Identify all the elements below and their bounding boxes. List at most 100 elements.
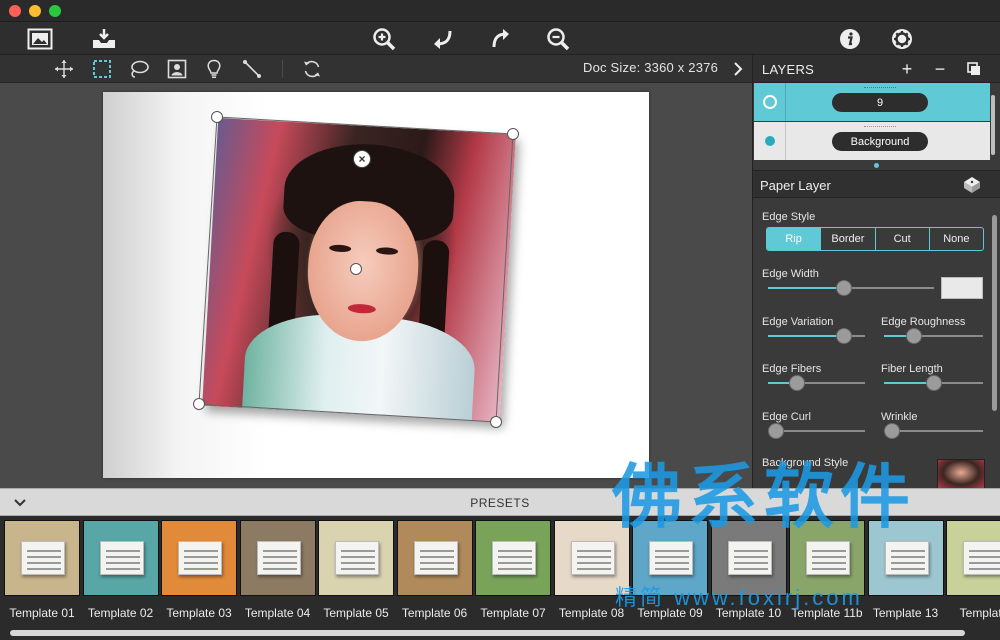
resize-handle-top-right[interactable] — [507, 128, 519, 140]
info-icon[interactable] — [836, 25, 864, 53]
duplicate-layer-button[interactable] — [964, 59, 984, 79]
layer-name: 9 — [832, 93, 928, 112]
selection-frame — [198, 116, 514, 423]
minimize-window-button[interactable] — [29, 5, 41, 17]
dice-randomize-icon[interactable] — [962, 175, 982, 195]
move-icon[interactable] — [52, 57, 76, 81]
template-label: Template 01 — [9, 606, 75, 620]
layer-row[interactable]: Background — [754, 122, 990, 160]
edge-style-none[interactable]: None — [930, 228, 983, 250]
layers-scrollbar[interactable] — [991, 95, 995, 155]
template-preview-card — [806, 541, 850, 575]
template-preview-card — [492, 541, 536, 575]
template-preview-card — [99, 541, 144, 575]
template-preview-card — [570, 541, 615, 575]
right-panel: LAYERS + − 9 Background Paper Layer Edge… — [752, 55, 1000, 488]
background-style-thumbnail[interactable] — [937, 459, 985, 488]
template-thumbnail[interactable] — [946, 520, 1000, 596]
template-label: Template — [959, 606, 1000, 620]
template-thumbnail[interactable] — [82, 520, 159, 596]
layer-visibility-icon[interactable] — [763, 95, 777, 109]
template-preview-card — [335, 541, 379, 575]
layer-divider — [785, 122, 786, 160]
title-bar — [0, 0, 1000, 22]
resize-handle-bottom-right[interactable] — [490, 416, 502, 428]
zoom-out-icon[interactable] — [544, 25, 572, 53]
photo-frame-icon[interactable] — [26, 25, 54, 53]
presets-scrollbar[interactable] — [10, 630, 965, 636]
slider-knob[interactable] — [905, 328, 922, 344]
edge-variation-slider[interactable] — [768, 328, 865, 344]
zoom-in-icon[interactable] — [370, 25, 398, 53]
drag-grip-icon[interactable] — [864, 87, 896, 89]
rotate-icon[interactable] — [300, 57, 324, 81]
paper-layer-title: Paper Layer — [760, 178, 831, 193]
chevron-right-icon[interactable] — [728, 57, 748, 81]
resize-handle-bottom-left[interactable] — [193, 398, 205, 410]
edge-fibers-slider[interactable] — [768, 375, 865, 391]
edge-style-segmented: Rip Border Cut None — [766, 227, 984, 251]
person-frame-icon[interactable] — [165, 57, 189, 81]
tray-download-icon[interactable] — [90, 25, 118, 53]
edge-width-slider[interactable] — [768, 280, 934, 296]
edge-width-label: Edge Width — [762, 268, 819, 280]
rect-select-icon[interactable] — [90, 57, 114, 81]
zoom-window-button[interactable] — [49, 5, 61, 17]
edge-style-rip[interactable]: Rip — [767, 228, 822, 250]
edge-curl-slider[interactable] — [768, 423, 865, 439]
edge-style-cut[interactable]: Cut — [876, 228, 930, 250]
lasso-icon[interactable] — [127, 57, 151, 81]
drag-grip-icon[interactable] — [864, 126, 896, 128]
slider-knob[interactable] — [789, 375, 806, 391]
center-handle[interactable] — [350, 263, 362, 275]
add-layer-button[interactable]: + — [897, 59, 917, 79]
paper-layer-header: Paper Layer — [753, 170, 1000, 198]
layer-name: Background — [832, 132, 928, 151]
template-label: Template 02 — [87, 606, 154, 620]
gear-icon[interactable] — [888, 25, 916, 53]
template-thumbnail[interactable] — [161, 520, 237, 596]
fiber-length-slider[interactable] — [884, 375, 983, 391]
slider-knob[interactable] — [768, 423, 784, 439]
template-preview-card — [963, 541, 1000, 575]
wrinkle-slider[interactable] — [884, 423, 983, 439]
close-window-button[interactable] — [9, 5, 21, 17]
template-label: Template 13 — [872, 606, 939, 620]
wrinkle-label: Wrinkle — [881, 411, 918, 423]
edge-curl-label: Edge Curl — [762, 411, 811, 423]
paper-layer-scrollbar[interactable] — [992, 215, 997, 411]
canvas-area[interactable]: × — [0, 83, 752, 488]
redo-icon[interactable] — [487, 25, 515, 53]
layer-row[interactable]: 9 — [754, 83, 990, 121]
template-preview-card — [413, 541, 458, 575]
remove-layer-button[interactable]: − — [930, 59, 950, 79]
slider-knob[interactable] — [925, 375, 942, 391]
resize-handle-top-left[interactable] — [211, 111, 223, 123]
undo-icon[interactable] — [428, 25, 456, 53]
template-thumbnail[interactable] — [475, 520, 551, 596]
slider-knob[interactable] — [884, 423, 900, 439]
template-label: Template 03 — [166, 606, 232, 620]
delete-layer-icon[interactable]: × — [353, 150, 371, 168]
slider-knob[interactable] — [836, 280, 853, 296]
main-toolbar — [0, 22, 1000, 55]
edge-style-label: Edge Style — [762, 211, 816, 223]
edge-color-swatch[interactable] — [941, 277, 983, 299]
template-thumbnail[interactable] — [396, 520, 473, 596]
edge-style-border[interactable]: Border — [821, 228, 876, 250]
template-preview-card — [178, 541, 222, 575]
tool-bar: Doc Size: 3360 x 2376 — [0, 55, 752, 83]
template-thumbnail[interactable] — [4, 520, 80, 596]
template-preview-card — [884, 541, 929, 575]
template-thumbnail[interactable] — [239, 520, 316, 596]
watermark-text: 佛系软件 — [612, 458, 916, 536]
line-icon[interactable] — [240, 57, 264, 81]
slider-knob[interactable] — [835, 328, 852, 344]
doc-size-value: 3360 x 2376 — [644, 60, 719, 75]
layer-visibility-icon[interactable] — [765, 136, 775, 146]
lightbulb-icon[interactable] — [202, 57, 226, 81]
template-thumbnail[interactable] — [318, 520, 394, 596]
edge-roughness-slider[interactable] — [884, 328, 983, 344]
doc-size-readout: Doc Size: 3360 x 2376 — [583, 60, 718, 75]
watermark-url: 精简 www.foxirj.com — [615, 585, 863, 610]
